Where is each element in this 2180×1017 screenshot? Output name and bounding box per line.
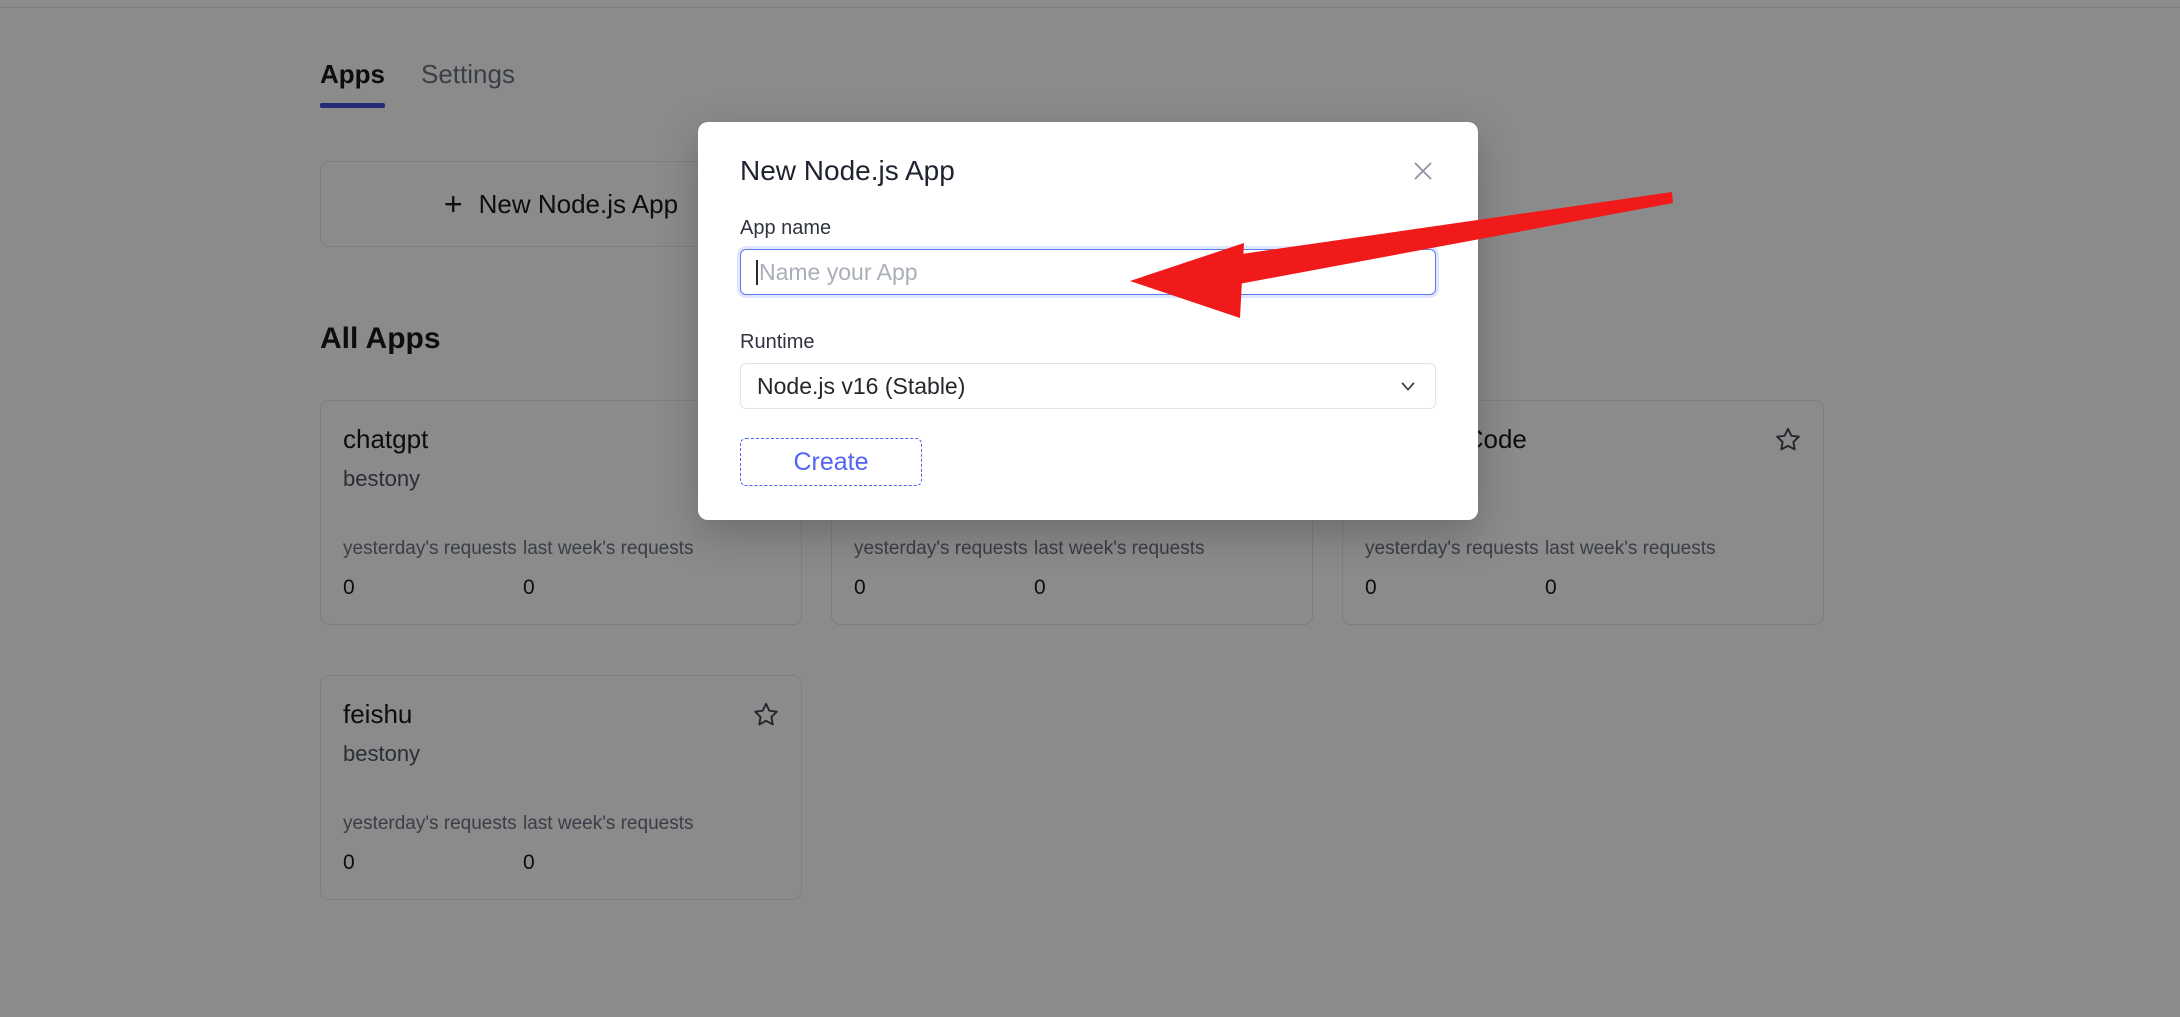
app-name-placeholder: Name your App <box>759 258 918 285</box>
runtime-label: Runtime <box>740 331 815 353</box>
app-name-label: App name <box>740 217 832 239</box>
chevron-down-icon <box>1401 382 1415 391</box>
runtime-selected-value: Node.js v16 (Stable) <box>757 372 966 399</box>
app-name-input[interactable]: Name your App <box>740 249 1436 295</box>
text-caret <box>756 259 758 285</box>
runtime-select[interactable]: Node.js v16 (Stable) <box>740 363 1436 409</box>
close-icon[interactable] <box>1410 158 1436 184</box>
create-button[interactable]: Create <box>740 438 922 486</box>
create-button-label: Create <box>793 447 869 476</box>
dialog-header: New Node.js App <box>740 122 1436 188</box>
new-nodejs-app-dialog: New Node.js App App name Name your App R… <box>698 122 1478 520</box>
dialog-title: New Node.js App <box>740 155 955 186</box>
